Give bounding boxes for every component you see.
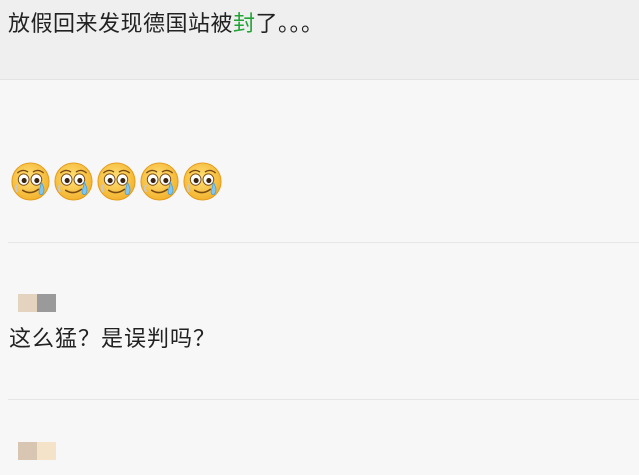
avatar[interactable]: [18, 294, 56, 312]
crying-smile-icon: [95, 160, 138, 203]
post-title: 放假回来发现德国站被封了。。。: [8, 10, 324, 40]
post-title-highlight: 封: [233, 12, 256, 37]
post-title-text-end: 了。。。: [255, 12, 324, 37]
crying-smile-icon: [181, 160, 224, 203]
post-title-text: 放假回来发现德国站被: [8, 12, 234, 37]
avatar-block: [18, 294, 37, 312]
avatar[interactable]: [18, 442, 56, 460]
divider: [8, 242, 639, 243]
avatar-block: [18, 442, 37, 460]
crying-smile-icon: [52, 160, 95, 203]
divider: [8, 399, 639, 400]
comment-text: 这么猛？是误判吗？: [9, 327, 217, 352]
crying-smile-icon: [9, 160, 52, 203]
crying-smile-icon: [138, 160, 181, 203]
emoji-row: [9, 160, 224, 204]
post-header: 放假回来发现德国站被封了。。。: [0, 0, 639, 80]
avatar-block: [37, 294, 56, 312]
avatar-block: [37, 442, 56, 460]
